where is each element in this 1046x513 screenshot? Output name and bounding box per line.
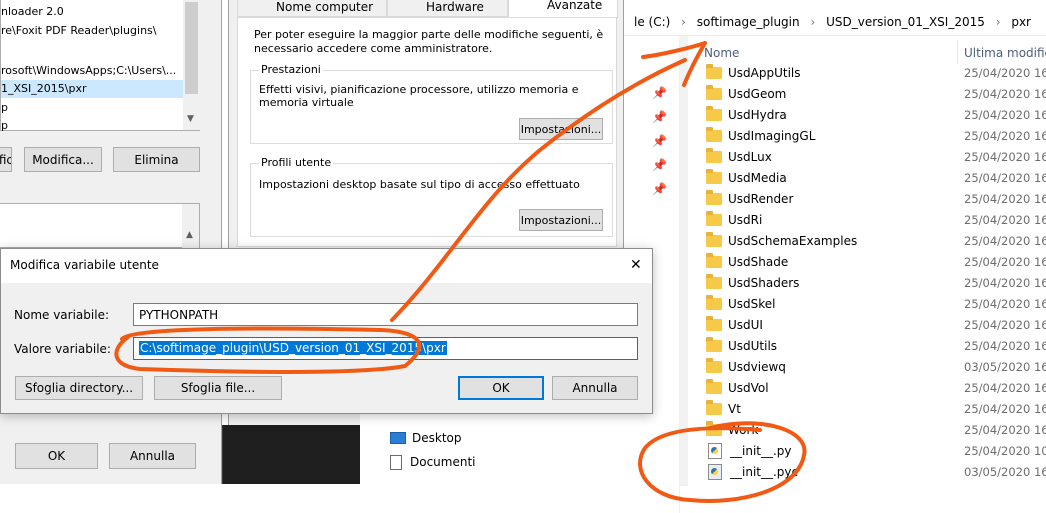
annotation-circle-init bbox=[638, 421, 807, 503]
annotation-arrow-line bbox=[390, 58, 687, 322]
annotation-circle-value bbox=[114, 326, 422, 374]
annotation-overlay bbox=[114, 41, 807, 503]
